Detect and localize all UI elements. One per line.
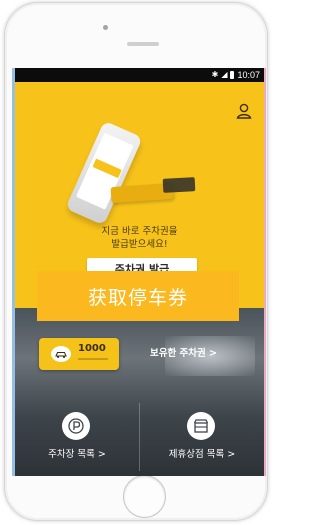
parking-icon [62, 412, 90, 440]
signal-icon: ◢ [221, 70, 228, 79]
hero-subtitle: 지금 바로 주차권을 발급받으세요! [101, 226, 178, 250]
battery-icon [230, 71, 235, 79]
profile-icon[interactable] [235, 102, 253, 120]
owned-tickets-link[interactable]: 보유한 주차권 > [150, 347, 217, 361]
ticket-underline [78, 358, 108, 360]
translation-banner: 获取停车券 [37, 271, 239, 321]
ticket-card[interactable]: 1000 [39, 338, 119, 370]
phone-illustration [65, 120, 143, 226]
status-time: 10:07 [237, 70, 260, 80]
ticket-illustration-dark [162, 177, 196, 193]
car-icon [51, 346, 71, 362]
earpiece-speaker [127, 42, 159, 46]
parking-list-tile[interactable]: 주차장 목록 > [15, 397, 139, 476]
app-screen: ✱ ◢ 10:07 지금 바로 주차권을 발급받으세요! 주차권 발급 1000… [15, 68, 264, 476]
partner-store-label: 제휴상점 목록 > [168, 449, 236, 460]
store-icon [187, 412, 215, 440]
menu-tiles: 주차장 목록 > 제휴상점 목록 > [15, 397, 264, 476]
partner-store-tile[interactable]: 제휴상점 목록 > [140, 397, 264, 476]
parking-list-label: 주차장 목록 > [48, 449, 106, 460]
home-button[interactable] [123, 475, 166, 518]
status-bar: ✱ ◢ 10:07 [15, 68, 264, 82]
ticket-amount: 1000 [78, 343, 106, 354]
bluetooth-icon: ✱ [211, 70, 219, 79]
front-camera [103, 25, 108, 30]
